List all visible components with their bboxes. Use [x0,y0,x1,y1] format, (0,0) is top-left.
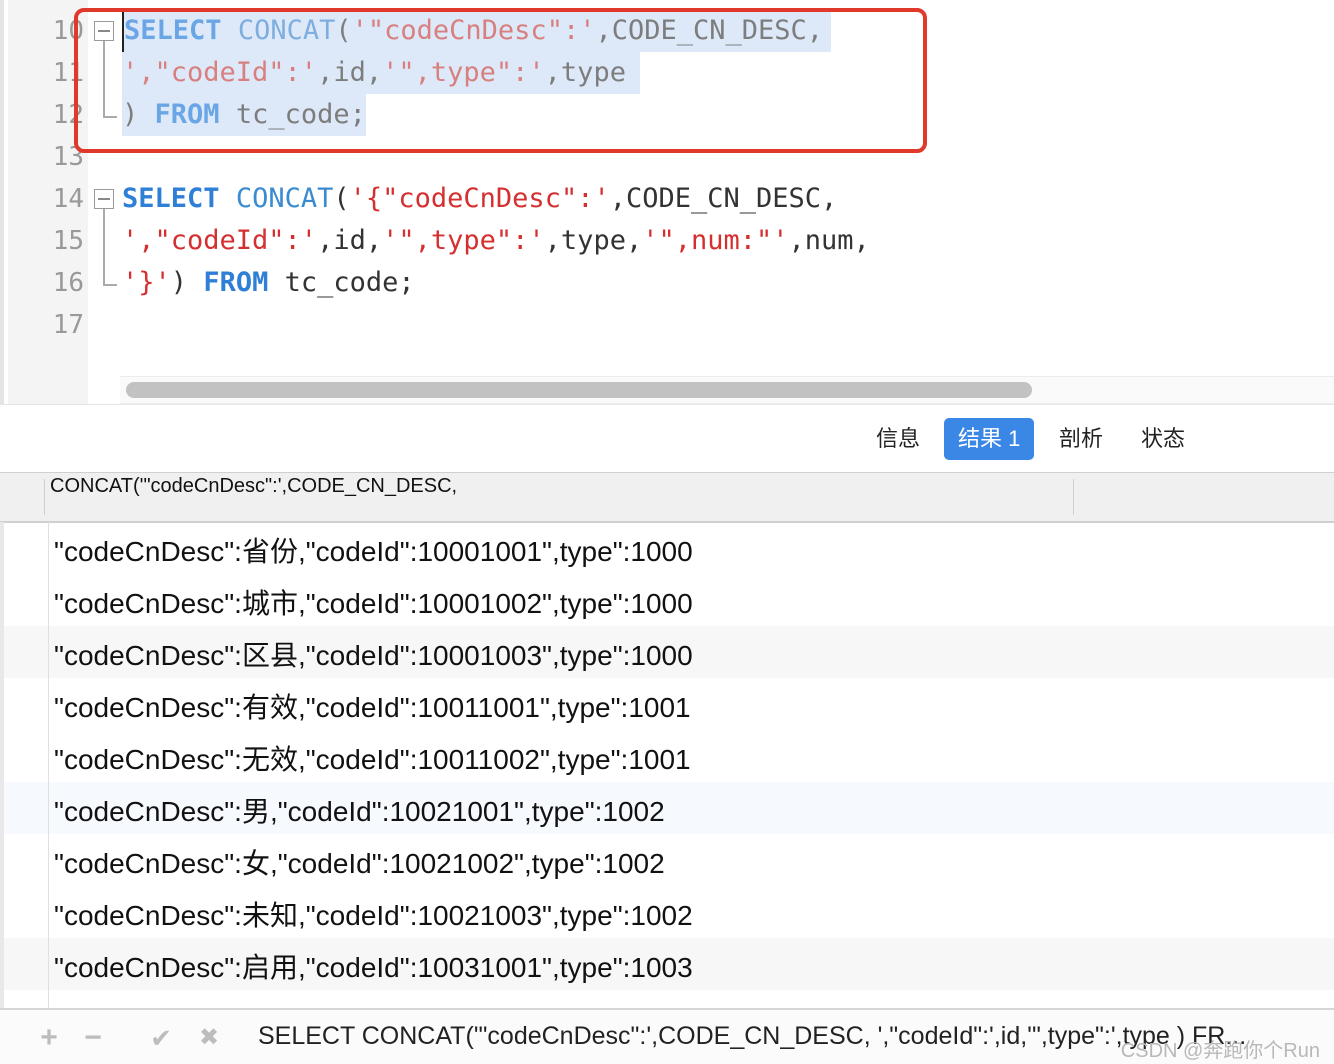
table-cell[interactable]: "codeCnDesc":区县,"codeId":10001003",type"… [54,626,693,678]
column-ref: ,type, [544,225,643,256]
code-line[interactable]: '}') FROM tc_code; [122,262,415,304]
column-ref: ,id, [317,225,383,256]
tab-status[interactable]: 状态 [1127,418,1199,460]
fold-toggle-icon[interactable] [94,189,114,209]
string-literal: '",type":' [382,225,545,256]
table-cell[interactable]: "codeCnDesc":启用,"codeId":10031001",type"… [54,938,693,990]
table-row [0,990,1334,1008]
column-header[interactable]: CONCAT('"codeCnDesc":',CODE_CN_DESC, [50,475,457,498]
table-row[interactable]: "codeCnDesc":城市,"codeId":10001002",type"… [0,574,1334,626]
function-concat: CONCAT [235,183,334,214]
sql-editor[interactable]: 10 11 12 13 14 15 16 17 SELECT CONCAT( '"… [0,0,1334,404]
line-number: 13 [52,142,84,172]
line-number: 14 [52,184,84,214]
column-divider [44,479,45,515]
column-divider[interactable] [1073,479,1074,515]
result-grid-header: CONCAT('"codeCnDesc":',CODE_CN_DESC, [0,472,1334,523]
watermark: CSDN @奔跑你个Run [1120,1040,1320,1062]
table-cell[interactable]: "codeCnDesc":女,"codeId":10021002",type":… [54,834,665,886]
code-line[interactable]: ',"codeId":',id,'",type":',type,'",num:"… [122,220,870,262]
table-row[interactable]: "codeCnDesc":有效,"codeId":10011001",type"… [0,678,1334,730]
remove-row-icon[interactable]: − [78,1018,108,1058]
table-row[interactable]: "codeCnDesc":省份,"codeId":10001001",type"… [0,522,1334,574]
table-cell[interactable]: "codeCnDesc":无效,"codeId":10011002",type"… [54,730,691,782]
table-cell[interactable]: "codeCnDesc":城市,"codeId":10001002",type"… [54,574,693,626]
line-number: 10 [52,16,84,46]
tab-info[interactable]: 信息 [862,418,934,460]
table-ref: tc_code; [284,267,415,298]
string-literal: '{"codeCnDesc":' [349,183,610,214]
table-row[interactable]: "codeCnDesc":无效,"codeId":10011002",type"… [0,730,1334,782]
table-row[interactable]: "codeCnDesc":区县,"codeId":10001003",type"… [0,626,1334,678]
table-row[interactable]: "codeCnDesc":未知,"codeId":10021003",type"… [0,886,1334,938]
keyword-select: SELECT [122,183,220,214]
line-number: 11 [52,58,84,88]
code-line[interactable]: SELECT CONCAT('{"codeCnDesc":',CODE_CN_D… [122,178,837,220]
table-row[interactable]: "codeCnDesc":启用,"codeId":10031001",type"… [0,938,1334,990]
table-cell[interactable]: "codeCnDesc":男,"codeId":10021001",type":… [54,782,665,834]
table-cell[interactable]: "codeCnDesc":有效,"codeId":10011001",type"… [54,678,691,730]
highlight-annotation-box [74,8,927,153]
table-row[interactable]: "codeCnDesc":男,"codeId":10021001",type":… [0,782,1334,834]
horizontal-scrollbar-thumb[interactable] [126,382,1032,398]
tab-result-1[interactable]: 结果 1 [944,418,1035,460]
paren: ( [333,183,350,214]
line-number: 12 [52,100,84,130]
column-ref: ,CODE_CN_DESC, [609,183,838,214]
fold-guide-end [103,284,117,286]
line-number: 15 [52,226,84,256]
paren: ) [170,267,188,298]
keyword-from: FROM [203,267,269,298]
apply-changes-icon[interactable]: ✔ [146,1018,176,1058]
fold-guide [103,209,105,284]
column-ref: ,num, [788,225,870,256]
tab-profile[interactable]: 剖析 [1045,418,1117,460]
result-tabs: 信息 结果 1 剖析 状态 [0,404,1334,473]
string-literal: '",num:"' [642,225,789,256]
status-bar: + − ✔ ✖ SELECT CONCAT('"codeCnDesc":',CO… [0,1008,1334,1064]
line-number: 17 [52,310,84,340]
table-row[interactable]: "codeCnDesc":女,"codeId":10021002",type":… [0,834,1334,886]
line-number: 16 [52,268,84,298]
discard-changes-icon[interactable]: ✖ [194,1018,224,1058]
add-row-icon[interactable]: + [34,1018,64,1058]
string-literal: '}' [122,267,171,298]
table-cell[interactable]: "codeCnDesc":省份,"codeId":10001001",type"… [54,522,693,574]
table-cell[interactable]: "codeCnDesc":未知,"codeId":10021003",type"… [54,886,693,938]
result-grid-body: "codeCnDesc":省份,"codeId":10001001",type"… [0,522,1334,1008]
string-literal: ',"codeId":' [122,225,318,256]
